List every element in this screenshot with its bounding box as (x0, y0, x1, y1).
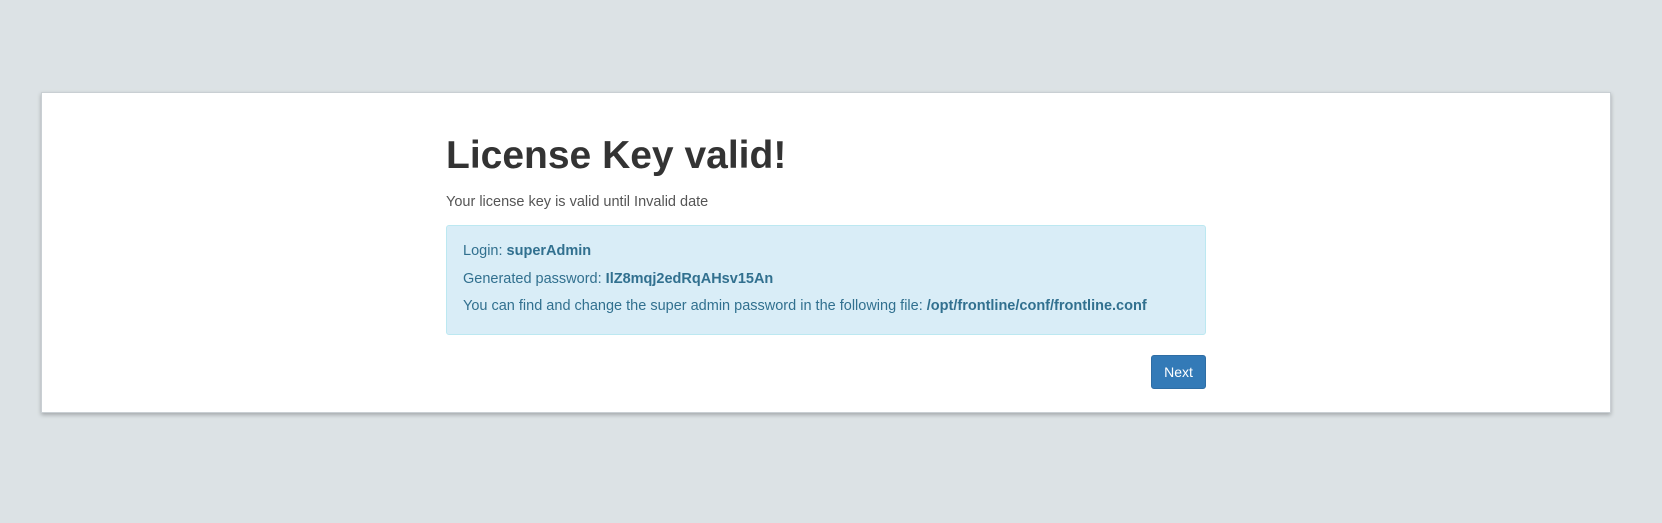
config-file-line: You can find and change the super admin … (463, 297, 1189, 325)
login-label: Login: (463, 243, 507, 259)
credentials-info-box: Login: superAdmin Generated password: Il… (446, 225, 1206, 335)
password-line: Generated password: IlZ8mqj2edRqAHsv15An (463, 270, 1189, 298)
login-line: Login: superAdmin (463, 242, 1189, 270)
license-validity-text: Your license key is valid until Invalid … (446, 194, 709, 210)
next-button[interactable]: Next (1151, 355, 1206, 389)
license-panel: License Key valid! Your license key is v… (41, 92, 1611, 413)
login-value: superAdmin (506, 243, 592, 259)
page-title: License Key valid! (446, 134, 787, 177)
password-value: IlZ8mqj2edRqAHsv15An (605, 270, 774, 287)
config-file-label: You can find and change the super admin … (463, 298, 927, 314)
password-label: Generated password: (463, 270, 606, 287)
config-file-path: /opt/frontline/conf/frontline.conf (926, 298, 1147, 314)
